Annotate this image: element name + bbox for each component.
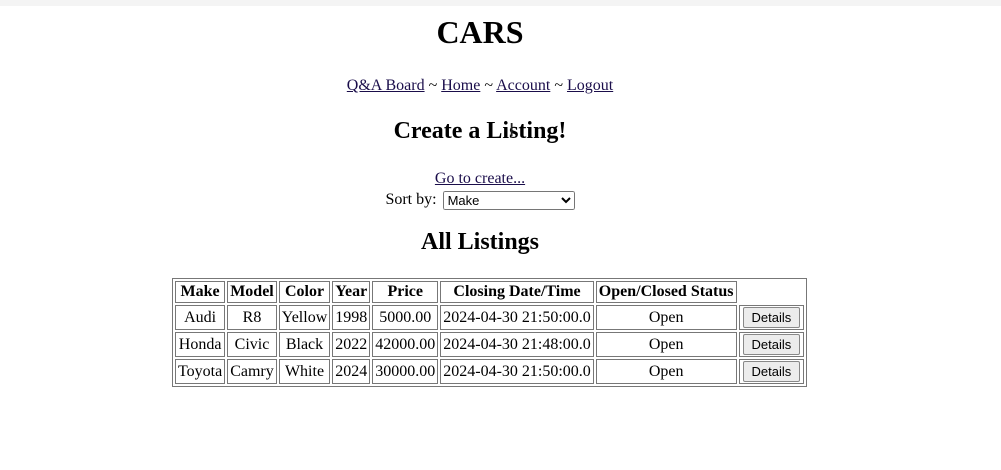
- cell-closing: 2024-04-30 21:50:00.0: [440, 305, 594, 330]
- table-row: Toyota Camry White 2024 30000.00 2024-04…: [175, 359, 805, 384]
- all-listings-heading: All Listings: [420, 229, 540, 255]
- cell-closing: 2024-04-30 21:50:00.0: [440, 359, 594, 384]
- details-button[interactable]: Details: [742, 361, 801, 382]
- sort-row: Sort by: Make: [0, 191, 960, 210]
- cell-year: 2022: [332, 332, 371, 357]
- table-row: Audi R8 Yellow 1998 5000.00 2024-04-30 2…: [175, 305, 805, 330]
- nav-home-link[interactable]: Home: [441, 77, 480, 94]
- column-header-status: Open/Closed Status: [595, 281, 737, 303]
- cell-color: White: [278, 359, 331, 384]
- cell-price: 5000.00: [372, 305, 439, 330]
- table-header-row: Make Model Color Year Price Closing Date…: [175, 281, 804, 303]
- column-header-color: Color: [278, 281, 331, 303]
- column-header-price: Price: [372, 281, 439, 303]
- sort-select[interactable]: Make: [442, 191, 575, 210]
- cell-model: R8: [227, 305, 277, 330]
- cell-status: Open: [595, 332, 737, 357]
- nav-separator: ~: [484, 77, 493, 94]
- nav-separator: ~: [428, 77, 438, 94]
- browser-top-strip: [0, 0, 1001, 6]
- column-header-actions: [739, 281, 805, 303]
- create-listing-heading: Create a Listing!: [393, 118, 567, 144]
- cell-status: Open: [595, 305, 737, 330]
- cell-model: Camry: [227, 359, 277, 384]
- cell-year: 1998: [332, 305, 371, 330]
- site-title: CARS: [436, 14, 524, 50]
- nav-separator: ~: [554, 77, 563, 94]
- cell-price: 30000.00: [372, 359, 439, 384]
- cell-action: Details: [738, 305, 805, 330]
- cell-status: Open: [595, 359, 737, 384]
- cell-make: Audi: [175, 305, 226, 330]
- cell-color: Black: [278, 332, 331, 357]
- go-to-create-link[interactable]: Go to create...: [435, 170, 525, 187]
- cell-make: Honda: [175, 332, 226, 357]
- column-header-closing: Closing Date/Time: [440, 281, 594, 303]
- cell-closing: 2024-04-30 21:48:00.0: [440, 332, 594, 357]
- table-row: Honda Civic Black 2022 42000.00 2024-04-…: [175, 332, 805, 357]
- nav-logout-link[interactable]: Logout: [567, 77, 613, 94]
- details-button[interactable]: Details: [742, 334, 801, 355]
- nav-account-link[interactable]: Account: [496, 77, 550, 94]
- details-button[interactable]: Details: [742, 307, 801, 328]
- cell-action: Details: [738, 332, 805, 357]
- cell-model: Civic: [227, 332, 277, 357]
- create-link-row: Go to create...: [0, 170, 960, 188]
- listings-table: Make Model Color Year Price Closing Date…: [172, 278, 808, 387]
- cell-make: Toyota: [175, 359, 226, 384]
- nav-qa-board-link[interactable]: Q&A Board: [347, 77, 425, 94]
- text-cursor-icon: I: [509, 120, 515, 141]
- column-header-year: Year: [332, 281, 371, 303]
- column-header-make: Make: [175, 281, 226, 303]
- cell-action: Details: [738, 359, 805, 384]
- cell-year: 2024: [332, 359, 371, 384]
- page: CARS Q&A Board ~ Home ~ Account ~ Logout…: [0, 0, 1001, 470]
- cell-price: 42000.00: [372, 332, 439, 357]
- column-header-model: Model: [227, 281, 277, 303]
- sort-label: Sort by:: [385, 191, 437, 209]
- cell-color: Yellow: [278, 305, 331, 330]
- nav-bar: Q&A Board ~ Home ~ Account ~ Logout: [0, 77, 960, 95]
